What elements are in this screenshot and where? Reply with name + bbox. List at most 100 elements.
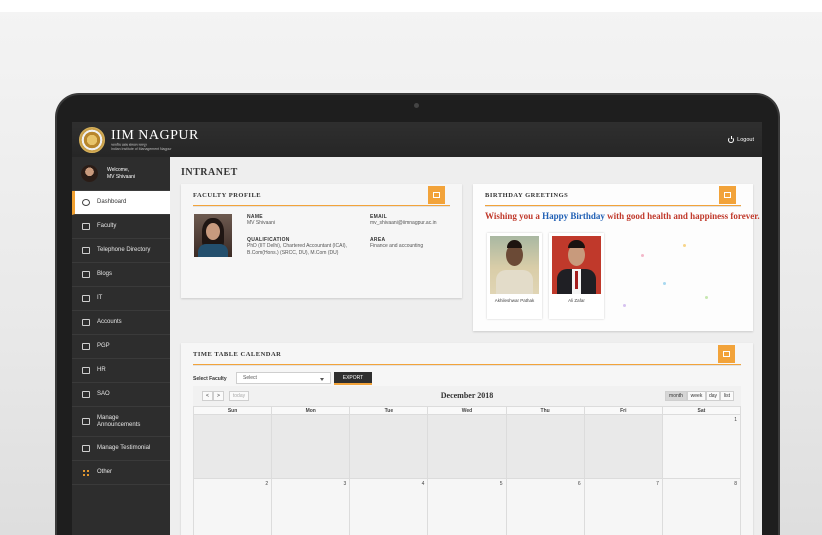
confetti-dot (705, 296, 708, 299)
intranet-screen: IIM NAGPUR भारतीय प्रबंध संस्थान नागपुर … (72, 122, 762, 535)
grid-icon (82, 469, 90, 476)
faculty-profile-card: FACULTY PROFILE NAME MV Shivaani EMAIL m… (181, 184, 462, 298)
main-content: INTRANET FACULTY PROFILE NAME MV Shivaan… (170, 157, 762, 535)
export-button[interactable]: EXPORT (334, 372, 372, 385)
cake-icon (719, 186, 736, 204)
sidebar-item-label: PGP (97, 343, 110, 349)
sidebar-item-label: IT (97, 295, 103, 301)
faculty-photo (194, 214, 232, 257)
accounts-icon (82, 319, 90, 326)
sidebar-item-it[interactable]: IT (72, 287, 170, 311)
faculty-select[interactable]: Select (236, 372, 331, 384)
calendar-day-cell[interactable]: 6 (505, 479, 584, 535)
day-header: Sat (661, 406, 741, 415)
dashboard-icon (82, 199, 90, 206)
welcome-user-name: MV Shivaani (107, 173, 136, 180)
calendar-day-cell[interactable]: 8 (661, 479, 741, 535)
power-icon (728, 136, 735, 143)
page-title: INTRANET (181, 167, 238, 178)
telephone-icon (82, 247, 90, 254)
top-bar: IIM NAGPUR भारतीय प्रबंध संस्थान नागपुर … (72, 122, 762, 157)
logout-label: Logout (737, 136, 754, 143)
person-name: Akhileshwar Pathak (494, 298, 535, 303)
calendar-day-cell[interactable] (271, 415, 350, 479)
sidebar-item-label: Other (97, 469, 113, 475)
calendar-icon (718, 345, 735, 363)
day-header: Mon (271, 406, 350, 415)
sidebar-item-sao[interactable]: SAO (72, 383, 170, 407)
birthday-greetings-title: BIRTHDAY GREETINGS (485, 191, 569, 199)
welcome-block: Welcome, MV Shivaani (72, 157, 170, 191)
sidebar-item-label: Accounts (97, 319, 122, 325)
calendar-week-row: 1 (193, 415, 741, 479)
sidebar-item-label: Manage Testimonial (97, 445, 151, 451)
calendar-day-cell[interactable] (505, 415, 584, 479)
sidebar-item-dashboard[interactable]: Dashboard (72, 191, 170, 215)
calendar-day-cell[interactable] (349, 415, 428, 479)
sidebar-item-other[interactable]: Other (72, 461, 170, 485)
qualification-value: PhD (IIT Delhi), Chartered Accountant (I… (247, 243, 347, 256)
sidebar-item-accounts[interactable]: Accounts (72, 311, 170, 335)
sidebar-item-faculty[interactable]: Faculty (72, 215, 170, 239)
birthday-person-card[interactable]: Ali Zafar (549, 233, 604, 319)
timetable-title: TIME TABLE CALENDAR (193, 350, 282, 358)
blogs-icon (82, 271, 90, 278)
calendar-day-cell[interactable]: 5 (427, 479, 505, 535)
sidebar-item-pgp[interactable]: PGP (72, 335, 170, 359)
day-header: Tue (349, 406, 428, 415)
day-header: Thu (505, 406, 584, 415)
sidebar-item-telephone-directory[interactable]: Telephone Directory (72, 239, 170, 263)
email-value[interactable]: mv_shivaani@iimnagpur.ac.in (370, 220, 437, 227)
logo[interactable]: IIM NAGPUR भारतीय प्रबंध संस्थान नागपुर … (79, 126, 199, 153)
day-header: Wed (427, 406, 506, 415)
sidebar-item-label: Dashboard (97, 199, 127, 205)
view-week-button[interactable]: week (687, 391, 706, 401)
timetable-calendar-card: TIME TABLE CALENDAR Select Faculty Selec… (181, 343, 753, 535)
sidebar: Welcome, MV Shivaani Dashboard Faculty T… (72, 157, 170, 535)
view-list-button[interactable]: list (720, 391, 734, 401)
calendar-day-cell[interactable]: 1 (661, 415, 741, 479)
sidebar-item-label: HR (97, 367, 106, 373)
view-day-button[interactable]: day (706, 391, 720, 401)
testimonial-icon (82, 445, 90, 452)
sidebar-item-manage-announcements[interactable]: Manage Announcements (72, 407, 170, 437)
calendar-toolbar: < > today December 2018 month week day l… (193, 386, 741, 406)
confetti-dot (683, 244, 686, 247)
calendar-day-cell[interactable]: 2 (193, 479, 271, 535)
calendar-day-headers: Sun Mon Tue Wed Thu Fri Sat (193, 406, 741, 415)
webcam (414, 103, 419, 108)
pgp-icon (82, 343, 90, 350)
birthday-person-card[interactable]: Akhileshwar Pathak (487, 233, 542, 319)
person-photo (552, 236, 601, 294)
id-card-icon (428, 186, 445, 204)
sidebar-item-label: Telephone Directory (97, 247, 151, 253)
birthday-greetings-card: BIRTHDAY GREETINGS Wishing you a Happy B… (473, 184, 760, 331)
sidebar-item-hr[interactable]: HR (72, 359, 170, 383)
confetti-dot (623, 304, 626, 307)
hr-icon (82, 367, 90, 374)
calendar-day-cell[interactable] (427, 415, 506, 479)
person-photo (490, 236, 539, 294)
sidebar-item-blogs[interactable]: Blogs (72, 263, 170, 287)
birthday-message: Wishing you a Happy Birthday with good h… (485, 211, 760, 221)
logo-title: IIM NAGPUR (111, 127, 199, 143)
iim-seal-icon (79, 126, 105, 153)
calendar-day-cell[interactable]: 4 (349, 479, 427, 535)
view-month-button[interactable]: month (665, 391, 687, 401)
calendar-day-cell[interactable]: 3 (271, 479, 349, 535)
area-value: Finance and accounting (370, 243, 424, 249)
calendar-grid: Sun Mon Tue Wed Thu Fri Sat 1 2 3 4 5 6 … (193, 406, 741, 535)
faculty-profile-title: FACULTY PROFILE (193, 191, 262, 199)
calendar-day-cell[interactable]: 7 (583, 479, 662, 535)
logout-button[interactable]: Logout (728, 136, 754, 143)
calendar-day-cell[interactable] (193, 415, 272, 479)
calendar-week-row: 2 3 4 5 6 7 8 (193, 479, 741, 535)
avatar (81, 165, 98, 182)
sidebar-item-label: Faculty (97, 223, 117, 229)
sidebar-item-manage-testimonial[interactable]: Manage Testimonial (72, 437, 170, 461)
calendar-day-cell[interactable] (583, 415, 662, 479)
monitor-icon (82, 295, 90, 302)
day-header: Sun (193, 406, 272, 415)
person-name: Ali Zafar (568, 298, 585, 303)
card-divider (193, 205, 450, 206)
